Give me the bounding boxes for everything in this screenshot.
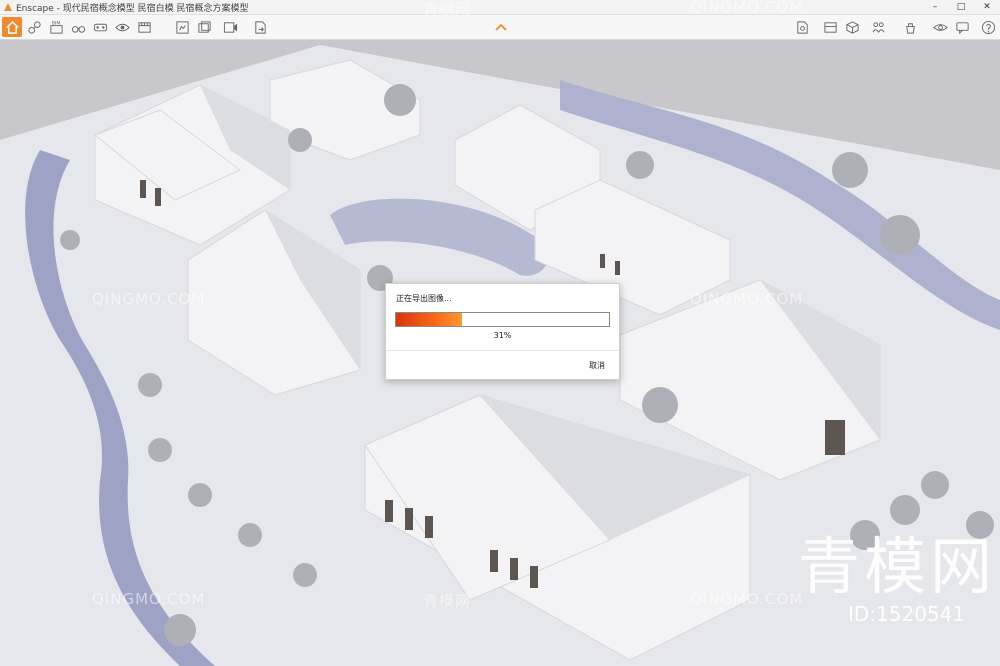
bim-icon: BIM (49, 20, 63, 34)
batch-render-icon (197, 20, 211, 33)
toolbar: BIM (0, 15, 1000, 40)
views-button[interactable] (820, 17, 840, 37)
film-button[interactable] (134, 17, 154, 37)
people-button[interactable] (868, 17, 888, 37)
progress-bar (395, 312, 610, 327)
batch-render-button[interactable] (194, 17, 214, 37)
views-icon (823, 21, 837, 33)
title-bar: Enscape - 现代民宿概念模型 民宿白模 民宿概念方案模型 – □ ✕ (0, 0, 1000, 15)
vr-button[interactable] (90, 17, 110, 37)
watermark-text: QINGMO.COM (92, 290, 206, 308)
export-file-icon (254, 20, 266, 34)
window-title: Enscape - 现代民宿概念模型 民宿白模 民宿概念方案模型 (16, 3, 249, 14)
settings-file-icon (796, 20, 808, 34)
enscape-logo-icon (4, 3, 12, 11)
window-controls: – □ ✕ (922, 0, 1000, 14)
close-button[interactable]: ✕ (974, 0, 1000, 14)
bim-button[interactable]: BIM (46, 17, 66, 37)
watermark-text: QINGMO.COM (690, 0, 804, 16)
watermark-logo-text: 青模网 (798, 530, 997, 603)
cube-icon (845, 20, 859, 34)
maximize-button[interactable]: □ (948, 0, 974, 14)
watermark-text: QINGMO.COM (92, 590, 206, 608)
vr-icon (93, 23, 107, 31)
visual-settings-button[interactable] (930, 17, 950, 37)
link-icon (27, 20, 41, 34)
dialog-divider (386, 350, 619, 351)
people-icon (871, 21, 885, 33)
cancel-button[interactable]: 取消 (589, 360, 605, 371)
watermark-id: ID:1520541 (848, 602, 966, 626)
settings-file-button[interactable] (792, 17, 812, 37)
cube-button[interactable] (842, 17, 862, 37)
asset-icon (905, 22, 915, 34)
watermark-text: QINGMO.COM (690, 590, 804, 608)
watermark-text-cn: 青模网 (423, 592, 472, 610)
progress-bar-fill (396, 313, 463, 326)
film-icon (137, 21, 151, 33)
chevron-up-icon[interactable] (494, 18, 508, 36)
progress-percent-label: 31% (493, 331, 512, 340)
export-file-button[interactable] (250, 17, 270, 37)
binoculars-icon (71, 25, 85, 33)
minimize-button[interactable]: – (922, 0, 948, 14)
asset-button[interactable] (900, 17, 920, 37)
feedback-button[interactable] (952, 17, 972, 37)
export-video-button[interactable] (220, 17, 240, 37)
watermark-text-cn: 青模网 (423, 0, 472, 18)
link-button[interactable] (24, 17, 44, 37)
dialog-title: 正在导出图像... (396, 294, 452, 303)
feedback-icon (955, 21, 969, 34)
export-progress-dialog: 正在导出图像... 31% 取消 (385, 283, 620, 380)
home-button[interactable] (2, 17, 22, 37)
help-icon (981, 20, 995, 34)
asset-library-button[interactable] (172, 17, 192, 37)
watermark-text: QINGMO.COM (690, 290, 804, 308)
eye-button[interactable] (112, 17, 132, 37)
bim-label: BIM (51, 20, 60, 26)
binoculars-button[interactable] (68, 17, 88, 37)
visual-settings-icon (932, 23, 948, 31)
help-button[interactable] (978, 17, 998, 37)
eye-icon (114, 23, 130, 31)
home-icon (5, 20, 19, 34)
asset-library-icon (175, 20, 189, 34)
export-video-icon (223, 21, 237, 33)
